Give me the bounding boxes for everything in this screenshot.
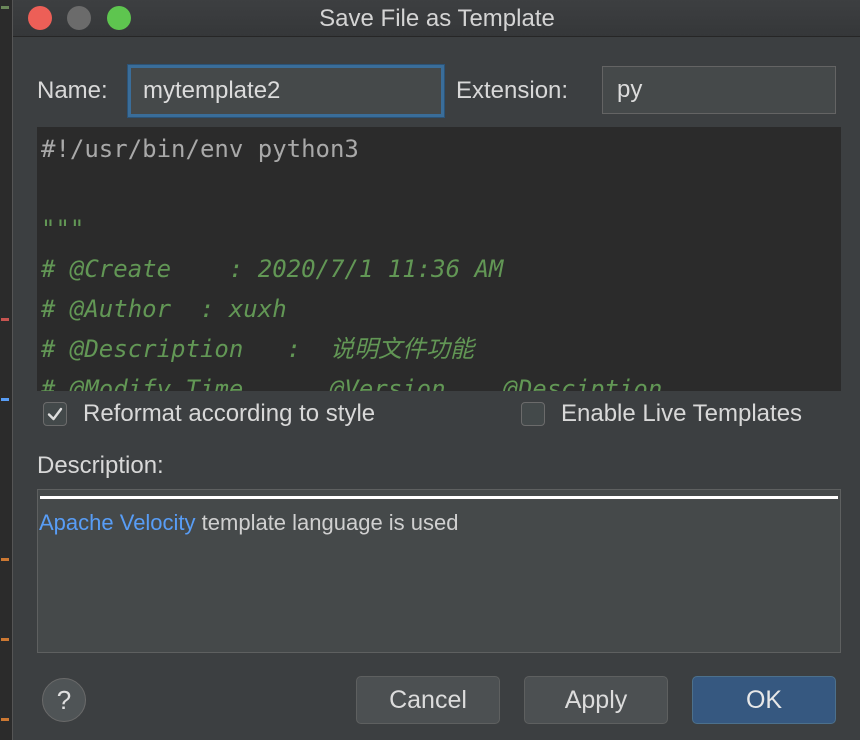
live-templates-option[interactable]: Enable Live Templates <box>521 400 802 428</box>
gutter-marker <box>1 318 9 321</box>
apply-button[interactable]: Apply <box>524 676 668 724</box>
title-bar: Save File as Template <box>13 0 860 37</box>
gutter-marker <box>1 6 9 9</box>
name-input[interactable] <box>128 65 444 117</box>
window-title: Save File as Template <box>319 5 555 32</box>
reformat-label: Reformat according to style <box>83 400 376 427</box>
code-line: # @Modify Time @Version @Desciption <box>41 375 663 391</box>
description-text: Apache Velocity template language is use… <box>39 510 459 536</box>
gutter-marker <box>1 558 9 561</box>
extension-input[interactable] <box>602 66 836 114</box>
description-divider <box>40 496 838 499</box>
gutter-marker <box>1 638 9 641</box>
code-line: """ <box>41 215 85 243</box>
ok-button[interactable]: OK <box>692 676 836 724</box>
code-line: # @Author : xuxh <box>41 295 287 323</box>
description-label: Description: <box>37 452 164 479</box>
help-question-mark: ? <box>56 684 72 715</box>
gutter-marker <box>1 398 9 401</box>
help-button[interactable]: ? <box>42 678 86 722</box>
save-template-dialog: Save File as Template Name: Extension: #… <box>12 0 860 740</box>
apache-velocity-link[interactable]: Apache Velocity <box>39 510 196 535</box>
gutter-marker <box>1 718 9 721</box>
code-line: # @Description : 说明文件功能 <box>41 335 474 363</box>
code-line: # @Create : 2020/7/1 11:36 AM <box>41 255 504 283</box>
code-line: #!/usr/bin/env python3 <box>41 135 359 163</box>
template-code-editor[interactable]: #!/usr/bin/env python3 """ # @Create : 2… <box>37 127 841 391</box>
reformat-option[interactable]: Reformat according to style <box>43 400 375 428</box>
live-templates-label: Enable Live Templates <box>561 400 803 427</box>
reformat-checkbox[interactable] <box>43 402 67 426</box>
checkmark-icon <box>47 407 63 421</box>
description-panel: Apache Velocity template language is use… <box>37 489 841 653</box>
cancel-button[interactable]: Cancel <box>356 676 500 724</box>
live-templates-checkbox[interactable] <box>521 402 545 426</box>
extension-label: Extension: <box>456 77 569 104</box>
name-label: Name: <box>37 77 108 104</box>
description-body: template language is used <box>195 510 459 535</box>
